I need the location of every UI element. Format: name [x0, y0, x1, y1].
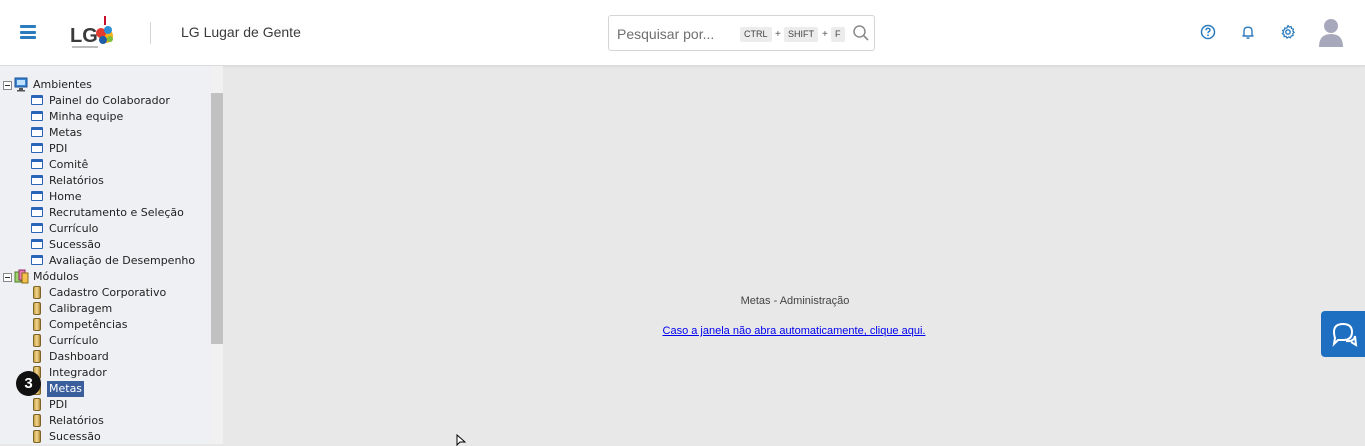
tree-item[interactable]: Metas — [0, 125, 210, 141]
lg-logo[interactable]: LG — [70, 14, 118, 52]
tree-item[interactable]: Dashboard — [0, 349, 210, 365]
tree-group-label[interactable]: Ambientes — [31, 77, 94, 93]
tree-item[interactable]: Currículo — [0, 221, 210, 237]
hamburger-menu-icon[interactable] — [20, 25, 36, 39]
tree-item-label[interactable]: Cadastro Corporativo — [47, 285, 168, 301]
tree-item-label[interactable]: Sucessão — [47, 237, 103, 253]
tree-group-ambientes[interactable]: Ambientes — [0, 77, 210, 93]
help-icon[interactable] — [1200, 24, 1216, 40]
shortcut-plus: + — [775, 29, 781, 40]
tree-scrollbar-thumb[interactable] — [211, 93, 223, 344]
tree-item[interactable]: Relatórios — [0, 413, 210, 429]
tree-item-label[interactable]: Sucessão — [47, 429, 103, 444]
window-icon — [31, 207, 43, 217]
main-title: Metas - Administração — [740, 295, 850, 307]
module-icon — [33, 430, 41, 443]
tree-item-label[interactable]: Integrador — [47, 365, 109, 381]
window-icon — [31, 175, 43, 185]
tree-item[interactable]: Calibragem — [0, 301, 210, 317]
app-title: LG Lugar de Gente — [181, 24, 301, 40]
gear-icon[interactable] — [1280, 24, 1296, 40]
tree-item-label[interactable]: PDI — [47, 397, 69, 413]
tree-item-label[interactable]: Home — [47, 189, 83, 205]
bell-icon[interactable] — [1240, 24, 1256, 40]
window-icon — [31, 239, 43, 249]
module-icon — [33, 318, 41, 331]
tree-item-label[interactable]: Metas — [47, 125, 84, 141]
tree-item-label[interactable]: Relatórios — [47, 173, 106, 189]
tree-item[interactable]: Sucessão — [0, 237, 210, 253]
window-icon — [31, 143, 43, 153]
tree-item-label[interactable]: Metas — [47, 381, 85, 397]
tree-item-label[interactable]: Currículo — [47, 221, 100, 237]
step-badge: 3 — [16, 371, 41, 396]
chat-button[interactable] — [1321, 311, 1365, 357]
module-icon — [33, 286, 41, 299]
tree-item-label[interactable]: Calibragem — [47, 301, 114, 317]
tree-item[interactable]: Minha equipe — [0, 109, 210, 125]
tree-item-label[interactable]: Painel do Colaborador — [47, 93, 172, 109]
module-icon — [33, 334, 41, 347]
module-icon — [33, 414, 41, 427]
tree-item[interactable]: Competências — [0, 317, 210, 333]
tree-item[interactable]: Painel do Colaborador — [0, 93, 210, 109]
tree-item-label[interactable]: Dashboard — [47, 349, 111, 365]
tree-item-label[interactable]: Competências — [47, 317, 130, 333]
collapse-toggle-icon[interactable] — [3, 81, 12, 90]
module-icon — [33, 350, 41, 363]
tree-item[interactable]: Recrutamento e Seleção — [0, 205, 210, 221]
tree-item-label[interactable]: Relatórios — [47, 413, 106, 429]
tree-item[interactable]: PDI — [0, 141, 210, 157]
tree-item-label[interactable]: Minha equipe — [47, 109, 125, 125]
tree-item[interactable]: Cadastro Corporativo — [0, 285, 210, 301]
tree-item[interactable]: Avaliação de Desempenho — [0, 253, 210, 269]
tree-item-label[interactable]: PDI — [47, 141, 69, 157]
tree-item-label[interactable]: Recrutamento e Seleção — [47, 205, 186, 221]
tree-item[interactable]: Comitê — [0, 157, 210, 173]
tree-item[interactable]: Currículo — [0, 333, 210, 349]
window-icon — [31, 191, 43, 201]
tree-item[interactable]: PDI — [0, 397, 210, 413]
tree-item-label[interactable]: Currículo — [47, 333, 100, 349]
search-input[interactable]: Pesquisar por... — [617, 26, 714, 42]
open-window-link[interactable]: Caso a janela não abra automaticamente, … — [600, 325, 988, 337]
tree-item[interactable]: Home — [0, 189, 210, 205]
window-icon — [31, 223, 43, 233]
mouse-cursor-icon — [456, 434, 466, 446]
monitor-icon — [14, 77, 28, 92]
user-avatar[interactable] — [1318, 17, 1344, 47]
shortcut-key-f: F — [831, 27, 845, 42]
window-icon — [31, 95, 43, 105]
chat-icon — [1332, 322, 1358, 347]
tree-group-label[interactable]: Módulos — [31, 269, 81, 285]
window-icon — [31, 255, 43, 265]
tree-scrollbar[interactable] — [211, 66, 223, 444]
modules-icon — [14, 269, 29, 284]
window-icon — [31, 159, 43, 169]
global-search[interactable]: Pesquisar por... CTRL + SHIFT + F — [608, 15, 875, 51]
shortcut-key-shift: SHIFT — [784, 27, 818, 42]
module-icon — [33, 398, 41, 411]
window-icon — [31, 127, 43, 137]
top-header: LG LG Lugar de Gente Pesquisar por... CT… — [0, 0, 1365, 66]
search-icon[interactable] — [852, 24, 870, 42]
tree-item-label[interactable]: Avaliação de Desempenho — [47, 253, 197, 269]
collapse-toggle-icon[interactable] — [3, 273, 12, 282]
tree-item[interactable]: Sucessão — [0, 429, 210, 444]
tree-item[interactable]: Relatórios — [0, 173, 210, 189]
module-icon — [33, 302, 41, 315]
tree-group-modulos[interactable]: Módulos — [0, 269, 210, 285]
window-icon — [31, 111, 43, 121]
shortcut-key-ctrl: CTRL — [740, 27, 772, 42]
shortcut-plus: + — [822, 29, 828, 40]
header-divider — [150, 22, 151, 44]
tree-item-label[interactable]: Comitê — [47, 157, 90, 173]
svg-text:LG: LG — [70, 25, 98, 47]
